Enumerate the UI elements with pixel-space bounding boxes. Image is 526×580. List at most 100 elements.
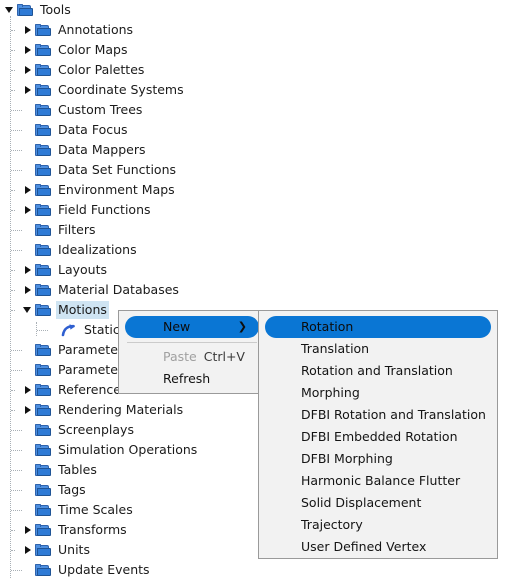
tree-guide-line bbox=[11, 430, 22, 432]
tree-guide-line bbox=[11, 310, 15, 312]
submenu-item-translation[interactable]: Translation bbox=[265, 338, 491, 360]
folder-icon bbox=[35, 423, 51, 437]
tree-item-label: Tools bbox=[40, 2, 71, 17]
folder-icon bbox=[35, 483, 51, 497]
tree-item-label: Data Mappers bbox=[58, 142, 146, 157]
folder-icon bbox=[35, 83, 51, 97]
expand-arrow-icon[interactable] bbox=[22, 540, 35, 560]
tree-item-label: Screenplays bbox=[58, 422, 134, 437]
submenu-item-user-defined-vertex[interactable]: User Defined Vertex bbox=[265, 536, 491, 558]
context-menu[interactable]: New ❯ Paste Ctrl+V Refresh bbox=[118, 310, 266, 394]
expand-arrow-icon[interactable] bbox=[22, 280, 35, 300]
expand-arrow-icon[interactable] bbox=[22, 520, 35, 540]
submenu-item-morphing[interactable]: Morphing bbox=[265, 382, 491, 404]
folder-icon bbox=[35, 443, 51, 457]
tree-item-label: Material Databases bbox=[58, 282, 179, 297]
folder-icon bbox=[35, 223, 51, 237]
menu-item-label: New bbox=[163, 319, 191, 334]
tree-guide-line bbox=[11, 190, 15, 192]
tree-item-color-palettes[interactable]: Color Palettes bbox=[0, 60, 146, 80]
expand-arrow-icon[interactable] bbox=[22, 200, 35, 220]
folder-icon bbox=[35, 383, 51, 397]
submenu-item-dfbi-morphing[interactable]: DFBI Morphing bbox=[265, 448, 491, 470]
submenu-item-dfbi-embedded-rotation[interactable]: DFBI Embedded Rotation bbox=[265, 426, 491, 448]
tree-item-label: Tags bbox=[58, 482, 86, 497]
expand-arrow-icon[interactable] bbox=[22, 40, 35, 60]
folder-icon bbox=[35, 263, 51, 277]
tree-guide-line bbox=[11, 270, 15, 272]
folder-icon bbox=[35, 283, 51, 297]
tree-item-label: Static bbox=[84, 322, 120, 337]
tree-item-label: Update Events bbox=[58, 562, 150, 577]
tree-item-label: Simulation Operations bbox=[58, 442, 198, 457]
tree-item-label: Units bbox=[58, 542, 90, 557]
tree-item-static[interactable]: Static bbox=[0, 320, 122, 340]
submenu-item-trajectory[interactable]: Trajectory bbox=[265, 514, 491, 536]
tree-item-annotations[interactable]: Annotations bbox=[0, 20, 135, 40]
tree-item-label: Annotations bbox=[58, 22, 134, 37]
tree-item-transforms[interactable]: Transforms bbox=[0, 520, 129, 540]
tree-guide-line bbox=[11, 130, 22, 132]
expand-arrow-icon[interactable] bbox=[22, 380, 35, 400]
expand-arrow-icon[interactable] bbox=[22, 400, 35, 420]
expand-arrow-icon[interactable] bbox=[22, 80, 35, 100]
menu-separator bbox=[127, 342, 257, 343]
new-submenu[interactable]: Rotation Translation Rotation and Translat… bbox=[258, 310, 498, 559]
tree-guide-line bbox=[11, 290, 15, 292]
submenu-item-solid-displacement[interactable]: Solid Displacement bbox=[265, 492, 491, 514]
tree-item-simulation-operations[interactable]: Simulation Operations bbox=[0, 440, 199, 460]
tree-guide-line bbox=[11, 250, 22, 252]
folder-icon bbox=[35, 103, 51, 117]
tree-item-label: Field Functions bbox=[58, 202, 151, 217]
folder-icon bbox=[35, 63, 51, 77]
menu-item-new[interactable]: New ❯ bbox=[125, 316, 259, 338]
tree-item-material-databases[interactable]: Material Databases bbox=[0, 280, 181, 300]
expand-arrow-icon[interactable] bbox=[22, 180, 35, 200]
folder-icon bbox=[35, 23, 51, 37]
tree-guide-line bbox=[11, 390, 15, 392]
menu-item-refresh[interactable]: Refresh bbox=[125, 368, 259, 390]
expand-arrow-icon[interactable] bbox=[22, 20, 35, 40]
submenu-item-rotation[interactable]: Rotation bbox=[265, 316, 491, 338]
expand-arrow-icon[interactable] bbox=[22, 260, 35, 280]
tree-item-environment-maps[interactable]: Environment Maps bbox=[0, 180, 177, 200]
submenu-item-label: DFBI Rotation and Translation bbox=[301, 407, 486, 422]
tree-item-rendering-materials[interactable]: Rendering Materials bbox=[0, 400, 185, 420]
tree-item-data-set-functions[interactable]: Data Set Functions bbox=[0, 160, 178, 180]
folder-icon bbox=[35, 303, 51, 317]
tree-guide-line bbox=[11, 50, 15, 52]
submenu-item-rotation-and-translation[interactable]: Rotation and Translation bbox=[265, 360, 491, 382]
tree-item-label: Color Maps bbox=[58, 42, 128, 57]
tree-item-label: Data Set Functions bbox=[58, 162, 176, 177]
tree-item-update-events[interactable]: Update Events bbox=[0, 560, 152, 580]
expand-arrow-icon[interactable] bbox=[22, 60, 35, 80]
tree-guide-line bbox=[11, 70, 15, 72]
tree-item-label: Color Palettes bbox=[58, 62, 145, 77]
tree-guide-line bbox=[11, 230, 22, 232]
tree-item-label: Idealizations bbox=[58, 242, 137, 257]
submenu-item-label: Trajectory bbox=[301, 517, 363, 532]
submenu-item-harmonic-balance-flutter[interactable]: Harmonic Balance Flutter bbox=[265, 470, 491, 492]
folder-icon bbox=[35, 163, 51, 177]
tree-item-motions[interactable]: Motions bbox=[0, 300, 109, 320]
folder-icon bbox=[35, 463, 51, 477]
tree-item-layouts[interactable]: Layouts bbox=[0, 260, 109, 280]
tree-item-color-maps[interactable]: Color Maps bbox=[0, 40, 130, 60]
submenu-item-dfbi-rotation-and-translation[interactable]: DFBI Rotation and Translation bbox=[265, 404, 491, 426]
collapse-arrow-icon[interactable] bbox=[22, 300, 35, 320]
folder-icon bbox=[35, 243, 51, 257]
tree-guide-line bbox=[37, 330, 48, 332]
folder-icon bbox=[35, 563, 51, 577]
folder-icon bbox=[35, 363, 51, 377]
tree-item-coordinate-systems[interactable]: Coordinate Systems bbox=[0, 80, 186, 100]
motion-arrow-icon bbox=[61, 323, 77, 337]
tree-item-field-functions[interactable]: Field Functions bbox=[0, 200, 153, 220]
tree-guide-line bbox=[11, 510, 22, 512]
tree-guide-line bbox=[11, 470, 22, 472]
tree-item-data-mappers[interactable]: Data Mappers bbox=[0, 140, 147, 160]
